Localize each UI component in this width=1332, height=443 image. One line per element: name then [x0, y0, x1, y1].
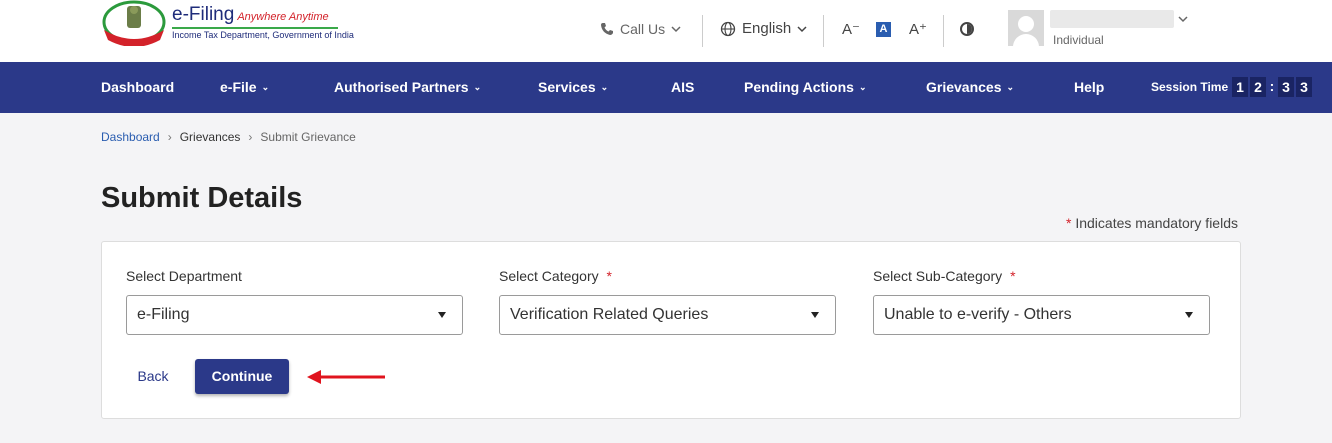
nav-help[interactable]: Help — [1074, 62, 1104, 113]
nav-authorised-partners[interactable]: Authorised Partners ⌄ — [334, 62, 481, 113]
session-digit: 3 — [1296, 77, 1312, 97]
income-tax-emblem-icon — [102, 0, 166, 46]
subcategory-select[interactable]: Unable to e-verify - Others — [873, 295, 1210, 335]
chevron-down-icon: ⌄ — [261, 82, 270, 92]
nav-dashboard[interactable]: Dashboard — [101, 62, 174, 113]
subcategory-label: Select Sub-Category * — [873, 268, 1016, 284]
nav-efile[interactable]: e-File ⌄ — [220, 62, 269, 113]
top-header: e-Filing Anywhere Anytime Income Tax Depa… — [0, 0, 1332, 62]
logo-tagline: Anywhere Anytime — [237, 11, 329, 23]
required-asterisk: * — [1010, 268, 1016, 284]
language-dropdown[interactable]: English — [720, 20, 807, 37]
department-select[interactable]: e-Filing — [126, 295, 463, 335]
globe-icon — [720, 21, 736, 36]
category-label: Select Category * — [499, 268, 612, 284]
annotation-arrow-icon — [307, 370, 385, 384]
session-digit: 3 — [1278, 77, 1294, 97]
session-colon: : — [1269, 78, 1275, 94]
header-divider — [702, 15, 703, 47]
logo-underline — [172, 27, 338, 29]
back-button[interactable]: Back — [126, 359, 180, 394]
font-default-button[interactable]: A — [876, 22, 891, 37]
breadcrumb: Dashboard › Grievances › Submit Grievanc… — [101, 130, 356, 144]
nav-ais[interactable]: AIS — [671, 62, 694, 113]
call-us-dropdown[interactable]: Call Us — [600, 21, 681, 37]
required-asterisk: * — [1066, 215, 1072, 231]
chevron-down-icon: ⌄ — [1006, 82, 1015, 92]
breadcrumb-grievances[interactable]: Grievances — [180, 130, 241, 144]
chevron-right-icon: › — [167, 130, 172, 144]
breadcrumb-current: Submit Grievance — [260, 130, 356, 144]
session-digit: 1 — [1232, 77, 1248, 97]
chevron-down-icon: ⌄ — [600, 82, 609, 92]
department-value: e-Filing — [137, 306, 190, 323]
logo-title: e-Filing Anywhere Anytime — [172, 4, 329, 25]
session-timer: 1 2 : 3 3 — [1232, 77, 1312, 97]
caret-down-icon — [438, 312, 446, 318]
session-time-label: Session Time — [1151, 80, 1229, 94]
chevron-down-icon — [671, 26, 681, 33]
main-navbar: Dashboard e-File ⌄ Authorised Partners ⌄ S… — [0, 62, 1332, 113]
chevron-down-icon: ⌄ — [858, 82, 867, 92]
chevron-down-icon: ⌄ — [473, 82, 482, 92]
caret-down-icon — [811, 312, 819, 318]
mandatory-note: * Indicates mandatory fields — [1066, 215, 1238, 231]
header-divider — [823, 15, 824, 47]
font-decrease-button[interactable]: A⁻ — [842, 20, 860, 38]
nav-grievances[interactable]: Grievances ⌄ — [926, 62, 1014, 113]
nav-pending-actions[interactable]: Pending Actions ⌄ — [744, 62, 866, 113]
efiling-logo[interactable]: e-Filing Anywhere Anytime Income Tax Depa… — [100, 0, 354, 50]
chevron-down-icon — [797, 25, 807, 32]
category-value: Verification Related Queries — [510, 306, 709, 323]
chevron-right-icon: › — [248, 130, 253, 144]
language-label: English — [742, 20, 792, 37]
session-digit: 2 — [1250, 77, 1266, 97]
breadcrumb-dashboard[interactable]: Dashboard — [101, 130, 160, 144]
page-title: Submit Details — [101, 182, 303, 214]
logo-subtitle: Income Tax Department, Government of Ind… — [172, 30, 354, 40]
call-us-label: Call Us — [620, 21, 666, 37]
phone-icon — [601, 23, 613, 35]
category-select[interactable]: Verification Related Queries — [499, 295, 836, 335]
continue-button[interactable]: Continue — [195, 359, 289, 394]
subcategory-value: Unable to e-verify - Others — [884, 306, 1072, 323]
contrast-toggle-icon[interactable] — [960, 22, 974, 36]
caret-down-icon — [1185, 312, 1193, 318]
department-label: Select Department — [126, 268, 242, 284]
user-role: Individual — [1053, 33, 1104, 47]
mandatory-note-text: Indicates mandatory fields — [1075, 215, 1238, 231]
nav-services[interactable]: Services ⌄ — [538, 62, 608, 113]
font-increase-button[interactable]: A⁺ — [909, 20, 927, 38]
header-divider — [943, 15, 944, 47]
user-name-redacted[interactable] — [1050, 10, 1174, 28]
chevron-down-icon[interactable] — [1178, 15, 1188, 23]
user-avatar[interactable] — [1008, 10, 1044, 46]
required-asterisk: * — [606, 268, 612, 284]
